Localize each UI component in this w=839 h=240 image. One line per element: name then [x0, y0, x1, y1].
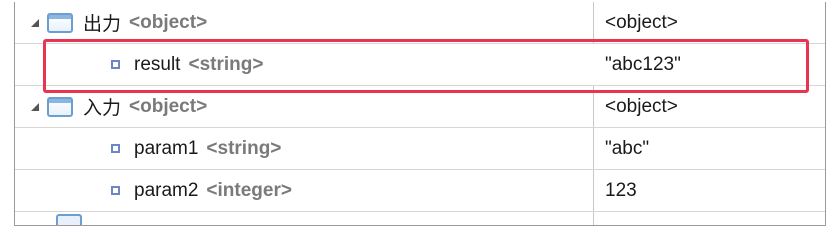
- value-cell[interactable]: "abc": [605, 128, 649, 169]
- node-type: <object>: [129, 95, 208, 117]
- property-icon: [111, 186, 120, 195]
- name-cell: param1 <string>: [15, 128, 593, 169]
- name-cell: param2 <integer>: [15, 170, 593, 211]
- property-icon: [111, 60, 120, 69]
- node-type: <string>: [188, 53, 264, 75]
- node-type: <string>: [206, 137, 282, 159]
- name-cell: 入力 <object>: [15, 86, 593, 127]
- object-icon: [47, 96, 73, 117]
- tree-row-param1[interactable]: param1 <string> "abc": [15, 128, 825, 170]
- object-icon: [47, 12, 73, 33]
- node-name: param1: [134, 137, 199, 159]
- expand-triangle-icon[interactable]: [31, 102, 39, 111]
- value-cell[interactable]: <object>: [605, 2, 678, 43]
- node-type: <object>: [129, 11, 208, 33]
- tree-row-output[interactable]: 出力 <object> <object>: [15, 2, 825, 44]
- value-cell[interactable]: "abc123": [605, 44, 681, 85]
- tree-grid: 出力 <object> <object> result <string> "ab…: [14, 2, 826, 226]
- node-name: result: [134, 53, 181, 75]
- node-type: <integer>: [206, 179, 292, 201]
- name-cell: 出力 <object>: [15, 2, 593, 43]
- tree-row-param2[interactable]: param2 <integer> 123: [15, 170, 825, 212]
- property-icon: [111, 144, 120, 153]
- expand-triangle-icon[interactable]: [31, 18, 39, 27]
- name-cell: result <string>: [15, 44, 593, 85]
- tree-row-result[interactable]: result <string> "abc123": [15, 44, 825, 86]
- value-cell[interactable]: 123: [605, 170, 637, 211]
- node-name: 出力: [83, 14, 122, 35]
- object-icon: [56, 214, 82, 225]
- tree-row-input[interactable]: 入力 <object> <object>: [15, 86, 825, 128]
- value-cell[interactable]: <object>: [605, 86, 678, 127]
- node-name: param2: [134, 179, 199, 201]
- node-name: 入力: [83, 98, 122, 119]
